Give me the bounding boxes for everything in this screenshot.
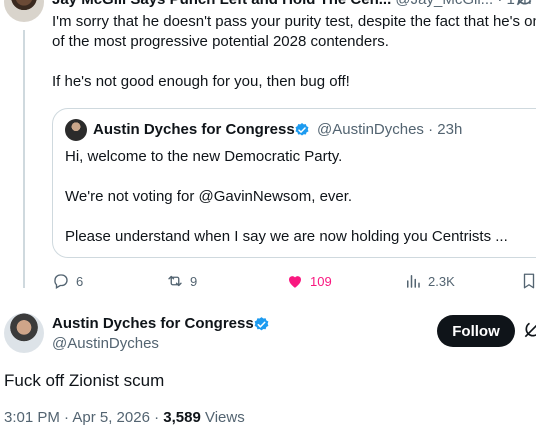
quoted-tweet-time: · 23h — [428, 121, 463, 138]
reply-count: 6 — [76, 273, 84, 289]
reply-icon — [54, 274, 68, 289]
analytics-icon — [407, 275, 420, 288]
tweet-action-bar: 6 9 109 2.3K — [52, 270, 536, 292]
retweet-icon — [168, 275, 182, 287]
like-count: 109 — [310, 273, 332, 289]
grok-icon[interactable] — [522, 320, 536, 340]
grok-icon[interactable] — [514, 0, 536, 8]
parent-tweet-header: Jay McGill Says Punch Left and Hold The … — [52, 0, 532, 10]
quoted-text-line: Hi, welcome to the new Democratic Party. — [65, 148, 343, 165]
heart-icon — [289, 276, 301, 288]
quoted-author-handle: @AustinDyches — [317, 121, 424, 138]
parent-text-line: of the most progressive potential 2028 c… — [52, 33, 389, 50]
parent-time-separator: · — [497, 0, 502, 8]
quoted-text-line: Please understand when I say we are now … — [65, 228, 508, 245]
quoted-author-name: Austin Dyches for Congress — [93, 121, 295, 138]
retweet-count: 9 — [190, 273, 198, 289]
quoted-author-avatar — [65, 119, 87, 141]
parent-author-handle[interactable]: @Jay_McGil... — [395, 0, 493, 8]
quoted-tweet-text: Hi, welcome to the new Democratic Party.… — [65, 147, 508, 247]
main-author-handle[interactable]: @AustinDyches — [52, 334, 159, 354]
tweet-meta: 3:01 PM · Apr 5, 2026 · 3,589 Views — [4, 408, 245, 428]
main-author-avatar[interactable] — [4, 313, 44, 353]
parent-text-line: If he's not good enough for you, then bu… — [52, 73, 350, 90]
main-author-name[interactable]: Austin Dyches for Congress — [52, 314, 254, 334]
verified-badge-icon[interactable] — [253, 316, 270, 333]
main-views-count: 3,589 — [163, 409, 201, 426]
quoted-author-handle-time: @AustinDyches · 23h — [317, 120, 462, 140]
tweet-timestamp[interactable]: 3:01 PM · Apr 5, 2026 · — [4, 409, 163, 426]
parent-author-name[interactable]: Jay McGill Says Punch Left and Hold The … — [52, 0, 391, 8]
quoted-tweet-card[interactable]: Austin Dyches for Congress @AustinDyches… — [52, 108, 536, 258]
like-button[interactable]: 109 — [286, 270, 332, 292]
quoted-text-line: We're not voting for @GavinNewsom, ever. — [65, 188, 353, 205]
main-tweet-text: Fuck off Zionist scum — [4, 371, 165, 390]
verified-badge-icon — [294, 122, 310, 138]
parent-tweet-text: I'm sorry that he doesn't pass your puri… — [52, 12, 536, 92]
views-label: Views — [200, 409, 245, 426]
views-button[interactable]: 2.3K — [404, 270, 455, 292]
reply-button[interactable]: 6 — [52, 270, 83, 292]
parent-text-line: I'm sorry that he doesn't pass your puri… — [52, 13, 536, 30]
thread-connector-line — [23, 30, 25, 288]
views-count: 2.3K — [428, 273, 455, 289]
bookmark-button[interactable] — [520, 270, 536, 292]
retweet-button[interactable]: 9 — [166, 270, 197, 292]
parent-author-avatar[interactable] — [4, 0, 44, 22]
follow-button[interactable]: Follow — [437, 315, 515, 347]
bookmark-icon — [523, 273, 535, 289]
